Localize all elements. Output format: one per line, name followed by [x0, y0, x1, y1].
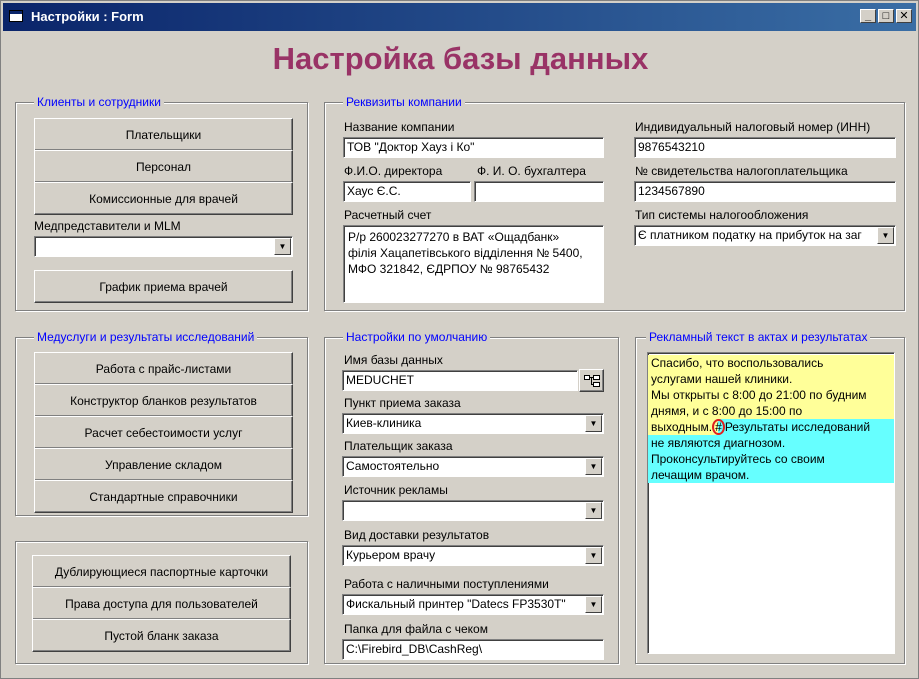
- folder-field[interactable]: C:\Firebird_DB\CashReg\: [342, 639, 604, 660]
- ad-line-separator: выходным. # Результаты исследований: [648, 419, 894, 435]
- close-button[interactable]: ✕: [896, 9, 912, 23]
- adsource-select[interactable]: ▼: [342, 500, 604, 521]
- chevron-down-icon[interactable]: ▼: [585, 502, 602, 519]
- ad-text-group-label: Рекламный текст в актах и результатах: [646, 329, 871, 345]
- cash-value: Фискальный принтер "Datecs FP3530T": [346, 597, 566, 611]
- minimize-button[interactable]: _: [860, 9, 876, 23]
- misc-group: Дублирующиеся паспортные карточки Права …: [15, 541, 308, 664]
- defaults-group: Настройки по умолчанию Имя базы данных M…: [324, 329, 619, 664]
- settings-window: Настройки : Form _ □ ✕ Настройка базы да…: [0, 0, 919, 679]
- ad-text-group: Рекламный текст в актах и результатах Сп…: [635, 329, 905, 664]
- clients-group: Клиенты и сотрудники Плательщики Персона…: [15, 94, 308, 311]
- maximize-button[interactable]: □: [878, 9, 894, 23]
- inn-field[interactable]: 9876543210: [634, 137, 896, 158]
- director-field[interactable]: Хаус Є.С.: [343, 181, 471, 202]
- commission-button[interactable]: Комиссионные для врачей: [34, 182, 293, 215]
- chevron-down-icon[interactable]: ▼: [877, 227, 894, 244]
- clients-group-label: Клиенты и сотрудники: [34, 94, 164, 110]
- blank-order-button[interactable]: Пустой бланк заказа: [32, 619, 291, 652]
- account-line: МФО 321842, ЄДРПОУ № 98765432: [348, 262, 550, 276]
- ad-pre-hash: выходным.: [651, 420, 713, 434]
- ad-line: Спасибо, что воспользовались: [648, 355, 894, 371]
- delivery-value: Курьером врачу: [346, 548, 436, 562]
- account-line: Р/р 260023277270 в ВАТ «Ощадбанк»: [348, 230, 560, 244]
- delivery-select[interactable]: Курьером врачу ▼: [342, 545, 604, 566]
- inn-label: Индивидуальный налоговый номер (ИНН): [635, 120, 871, 134]
- chevron-down-icon[interactable]: ▼: [585, 458, 602, 475]
- cert-field[interactable]: 1234567890: [634, 181, 896, 202]
- chevron-down-icon[interactable]: ▼: [585, 596, 602, 613]
- staff-button[interactable]: Персонал: [34, 150, 293, 183]
- warehouse-button[interactable]: Управление складом: [34, 448, 293, 481]
- accountant-field[interactable]: [474, 181, 604, 202]
- accountant-label: Ф. И. О. бухгалтера: [477, 164, 586, 178]
- medservices-group: Медуслуги и результаты исследований Рабо…: [15, 329, 308, 516]
- db-name-field[interactable]: MEDUCHET: [342, 370, 578, 391]
- tax-value: Є платником податку на прибуток на заг: [638, 228, 862, 242]
- cash-label: Работа с наличными поступлениями: [344, 577, 549, 591]
- account-label: Расчетный счет: [344, 208, 432, 222]
- hash-marker: #: [712, 419, 725, 435]
- ad-post-hash: Результаты исследований: [724, 420, 871, 434]
- pricelists-button[interactable]: Работа с прайс-листами: [34, 352, 293, 385]
- schedule-button[interactable]: График приема врачей: [34, 270, 293, 303]
- account-textarea[interactable]: Р/р 260023277270 в ВАТ «Ощадбанк» філія …: [343, 225, 604, 303]
- account-line: філія Хацапетівського відділення № 5400,: [348, 246, 583, 260]
- user-rights-button[interactable]: Права доступа для пользователей: [32, 587, 291, 620]
- tax-label: Тип системы налогообложения: [635, 208, 809, 222]
- ad-line: днямя, и с 8:00 до 15:00 по: [648, 403, 894, 419]
- form-icon: [9, 10, 23, 22]
- payer-select[interactable]: Самостоятельно ▼: [342, 456, 604, 477]
- defaults-group-label: Настройки по умолчанию: [343, 329, 491, 345]
- ad-textarea[interactable]: Спасибо, что воспользовались услугами на…: [647, 352, 895, 654]
- ad-line: Мы открыты с 8:00 до 21:00 по будним: [648, 387, 894, 403]
- duplicates-button[interactable]: Дублирующиеся паспортные карточки: [32, 555, 291, 588]
- director-label: Ф.И.О. директора: [344, 164, 443, 178]
- folder-label: Папка для файла с чеком: [344, 622, 488, 636]
- ad-line: лечащим врачом.: [648, 467, 894, 483]
- medreps-label: Медпредставители и MLM: [34, 219, 181, 233]
- references-button[interactable]: Стандартные справочники: [34, 480, 293, 513]
- payers-button[interactable]: Плательщики: [34, 118, 293, 151]
- chevron-down-icon[interactable]: ▼: [274, 238, 291, 255]
- page-title: Настройка базы данных: [272, 41, 649, 76]
- forms-designer-button[interactable]: Конструктор бланков результатов: [34, 384, 293, 417]
- cost-calc-button[interactable]: Расчет себестоимости услуг: [34, 416, 293, 449]
- delivery-label: Вид доставки результатов: [344, 528, 490, 542]
- tax-select[interactable]: Є платником податку на прибуток на заг ▼: [634, 225, 896, 246]
- cert-label: № свидетельства налогоплательщика: [635, 164, 848, 178]
- point-value: Киев-клиника: [346, 416, 422, 430]
- point-select[interactable]: Киев-клиника ▼: [342, 413, 604, 434]
- hierarchy-icon: [583, 374, 600, 387]
- ad-line: услугами нашей клиники.: [648, 371, 894, 387]
- db-name-label: Имя базы данных: [344, 353, 443, 367]
- adsource-label: Источник рекламы: [344, 483, 448, 497]
- point-label: Пункт приема заказа: [344, 396, 461, 410]
- ad-line: Проконсультируйтесь со своим: [648, 451, 894, 467]
- title-bar[interactable]: Настройки : Form _ □ ✕: [3, 3, 916, 31]
- db-browse-button[interactable]: [579, 369, 604, 392]
- cash-select[interactable]: Фискальный принтер "Datecs FP3530T" ▼: [342, 594, 604, 615]
- company-group: Реквизиты компании Название компании ТОВ…: [324, 94, 905, 311]
- company-name-label: Название компании: [344, 120, 455, 134]
- chevron-down-icon[interactable]: ▼: [585, 415, 602, 432]
- ad-line: не являются диагнозом.: [648, 435, 894, 451]
- medreps-select[interactable]: ▼: [34, 236, 293, 257]
- medservices-group-label: Медуслуги и результаты исследований: [34, 329, 258, 345]
- payer-label: Плательщик заказа: [344, 439, 453, 453]
- payer-value: Самостоятельно: [346, 459, 440, 473]
- window-title: Настройки : Form: [31, 9, 144, 24]
- chevron-down-icon[interactable]: ▼: [585, 547, 602, 564]
- company-name-field[interactable]: ТОВ "Доктор Хауз і Ко": [343, 137, 604, 158]
- company-group-label: Реквизиты компании: [343, 94, 465, 110]
